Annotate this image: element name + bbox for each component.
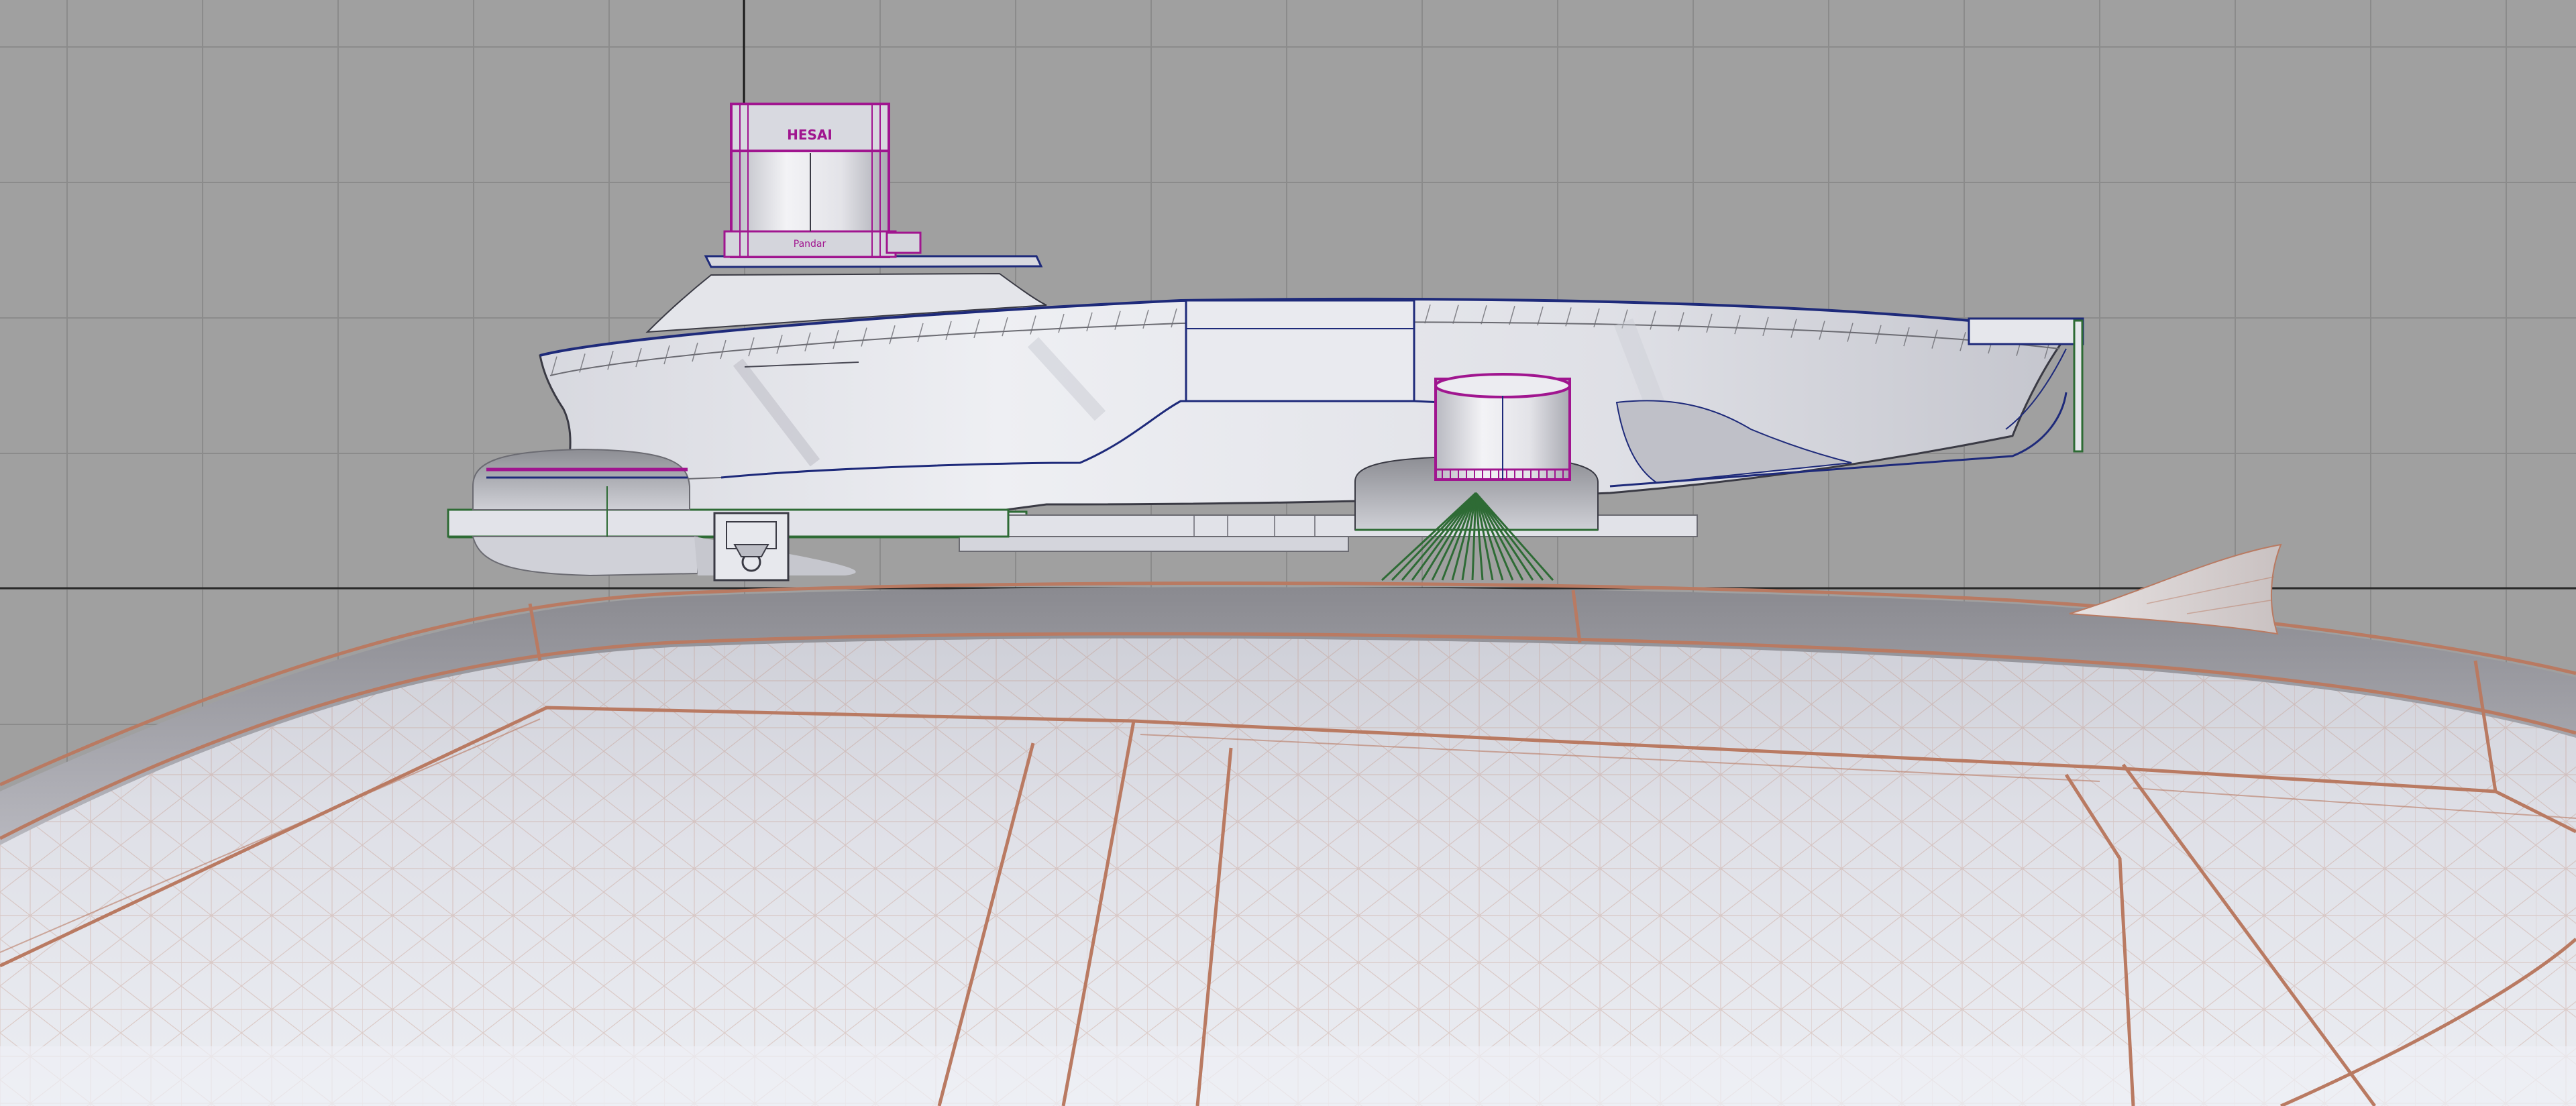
- sensor-pod-icon[interactable]: [448, 255, 2084, 552]
- vehicle-roof-mesh-icon[interactable]: [0, 581, 2576, 1106]
- viewport-canvas[interactable]: HESAI Pandar: [0, 0, 2576, 1106]
- bracket-icon[interactable]: [713, 512, 790, 582]
- 3d-viewport[interactable]: HESAI Pandar: [0, 0, 2576, 1106]
- lidar-sensor-icon[interactable]: HESAI Pandar: [723, 103, 922, 258]
- lidar-brand-label: HESAI: [787, 127, 833, 143]
- lidar-base-label: Pandar: [794, 239, 826, 250]
